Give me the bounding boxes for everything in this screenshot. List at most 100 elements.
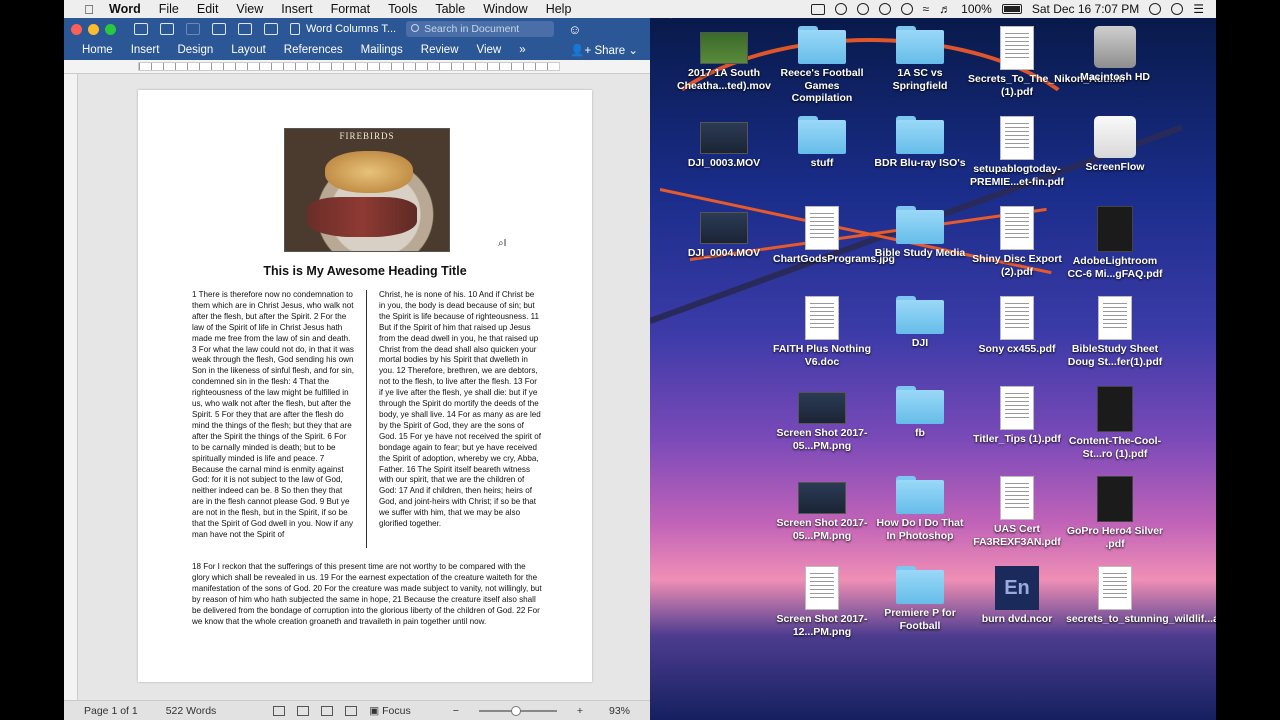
desktop-icon[interactable]: ChartGodsPrograms.jpg [773, 206, 895, 266]
zoom-slider[interactable] [478, 705, 557, 716]
document-canvas[interactable]: FIREBIRDS ⌕I This is My Awesome Heading … [78, 74, 650, 700]
zoom-window-button[interactable] [105, 23, 116, 35]
desktop-icon[interactable]: FAITH Plus Nothing V6.doc [773, 296, 871, 368]
desktop-icon[interactable]: fb [871, 386, 969, 440]
tab-mailings[interactable]: Mailings [352, 44, 412, 56]
inline-photo[interactable]: FIREBIRDS [284, 128, 450, 252]
desktop-icon[interactable]: BDR Blu-ray ISO's [871, 116, 969, 170]
tab-home[interactable]: Home [64, 44, 122, 56]
desktop-icon[interactable]: UAS Cert FA3REXF3AN.pdf [968, 476, 1066, 548]
volume-icon[interactable]: ♬ [939, 2, 951, 16]
desktop-icon[interactable]: ScreenFlow [1066, 116, 1164, 174]
draft-view-icon[interactable] [345, 705, 358, 716]
desktop-icon[interactable]: Titler_Tips (1).pdf [968, 386, 1066, 446]
desktop-icon[interactable]: How Do I Do That In Photoshop [871, 476, 969, 542]
desktop-icon[interactable]: Macintosh HD [1066, 26, 1164, 84]
focus-mode-button[interactable]: ▣ Focus [369, 705, 410, 717]
desktop-icon[interactable]: DJI_0003.MOV [675, 116, 773, 170]
notification-center-icon[interactable]: ☰ [1193, 2, 1204, 16]
desktop-icon[interactable]: DJI_0004.MOV [675, 206, 773, 260]
menu-clock[interactable]: Sat Dec 16 7:07 PM [1032, 2, 1139, 16]
minimize-window-button[interactable] [88, 23, 99, 35]
tab-layout[interactable]: Layout [222, 44, 275, 56]
more-tabs-button[interactable]: » [510, 44, 534, 56]
desktop-icon[interactable]: secrets_to_stunning_wildlif...aphy.pdf [1066, 566, 1216, 626]
document-page[interactable]: FIREBIRDS ⌕I This is My Awesome Heading … [138, 90, 592, 682]
print-icon[interactable] [238, 23, 252, 35]
desktop-icon[interactable]: BibleStudy Sheet Doug St...fer(1).pdf [1066, 296, 1164, 368]
desktop-icon[interactable]: Sony cx455.pdf [968, 296, 1066, 356]
info-icon[interactable] [900, 3, 913, 15]
undo-icon[interactable] [186, 23, 200, 35]
menu-file[interactable]: File [150, 2, 188, 16]
zoom-slider-knob[interactable] [510, 705, 521, 716]
menu-table[interactable]: Table [426, 2, 474, 16]
desktop-icon[interactable]: Bible Study Media [871, 206, 969, 260]
text-column-1[interactable]: 1 There is therefore now no condemnation… [192, 290, 354, 541]
desktop-icon[interactable]: Screen Shot 2017-05...PM.png [773, 476, 871, 542]
menu-view[interactable]: View [227, 2, 272, 16]
redo-icon[interactable] [212, 23, 226, 35]
sync-icon[interactable] [834, 3, 847, 15]
tab-view[interactable]: View [468, 44, 511, 56]
apple-menu-icon[interactable]:  [78, 2, 100, 17]
menu-help[interactable]: Help [537, 2, 581, 16]
desktop-icon[interactable]: En burn dvd.ncor [968, 566, 1066, 626]
desktop-icon[interactable]: Premiere P for Football [871, 566, 969, 632]
desktop-icon[interactable]: DJI [871, 296, 969, 350]
print-layout-view-icon[interactable] [273, 705, 286, 716]
save-icon[interactable] [160, 23, 174, 35]
document-icon [1000, 296, 1034, 340]
share-button[interactable]: 👤+ Share ⌄ [570, 43, 650, 57]
full-width-paragraph[interactable]: 18 For I reckon that the sufferings of t… [192, 562, 542, 627]
vertical-ruler[interactable] [64, 74, 78, 700]
zoom-out-icon[interactable]: − [453, 705, 459, 717]
siri-icon[interactable] [1171, 3, 1184, 15]
word-count[interactable]: 522 Words [166, 705, 217, 717]
horizontal-ruler[interactable] [64, 60, 650, 74]
spotlight-search-icon[interactable] [1149, 3, 1162, 15]
menu-window[interactable]: Window [474, 2, 536, 16]
tab-design[interactable]: Design [168, 44, 222, 56]
desktop-icon[interactable]: Screen Shot 2017-12...PM.png [773, 566, 871, 638]
sidebar-toggle-icon[interactable] [134, 23, 148, 35]
desktop-icon[interactable]: 2017 1A South Cheatha...ted).mov [675, 26, 773, 92]
close-window-button[interactable] [71, 23, 82, 35]
wifi-icon[interactable]: ≈ [923, 2, 930, 16]
desktop-icon[interactable]: Screen Shot 2017-05...PM.png [773, 386, 871, 452]
screen-record-icon[interactable] [810, 3, 825, 15]
customize-toolbar-icon[interactable] [264, 23, 278, 35]
desktop-icon[interactable]: setupablogtoday-PREMIE...et-fin.pdf [968, 116, 1066, 188]
menu-insert[interactable]: Insert [272, 2, 321, 16]
tab-references[interactable]: References [275, 44, 352, 56]
web-layout-view-icon[interactable] [297, 705, 310, 716]
search-input[interactable]: Search in Document [406, 21, 555, 37]
battery-percent: 100% [961, 2, 992, 16]
zoom-in-icon[interactable]: + [577, 705, 583, 717]
flame-icon[interactable] [878, 3, 891, 15]
zoom-level[interactable]: 93% [609, 705, 630, 717]
cloud-icon[interactable] [856, 3, 869, 15]
menu-edit[interactable]: Edit [188, 2, 228, 16]
desktop[interactable]: 2017 1A South Cheatha...ted).mov Reece's … [650, 18, 1216, 720]
text-column-2[interactable]: Christ, he is none of his. 10 And if Chr… [379, 290, 541, 530]
menu-format[interactable]: Format [322, 2, 380, 16]
tab-review[interactable]: Review [412, 44, 468, 56]
letterbox-right [1216, 0, 1280, 720]
tab-insert[interactable]: Insert [122, 44, 169, 56]
desktop-icon[interactable]: Reece's Football Games Compilation [773, 26, 871, 105]
document-heading[interactable]: This is My Awesome Heading Title [138, 264, 592, 278]
desktop-icon[interactable]: Content-The-Cool-St...ro (1).pdf [1066, 386, 1164, 460]
outline-view-icon[interactable] [321, 705, 334, 716]
desktop-icon[interactable]: Shiny Disc Export (2).pdf [968, 206, 1066, 278]
desktop-icon[interactable]: 1A SC vs Springfield [871, 26, 969, 92]
menu-tools[interactable]: Tools [379, 2, 426, 16]
desktop-icon[interactable]: GoPro Hero4 Silver .pdf [1066, 476, 1164, 550]
app-menu[interactable]: Word [100, 2, 150, 16]
desktop-icon[interactable]: stuff [773, 116, 871, 170]
page-count[interactable]: Page 1 of 1 [84, 705, 138, 717]
desktop-icon[interactable]: Secrets_To_The_Nikon_Aut...m (1).pdf [968, 26, 1125, 98]
battery-icon[interactable] [1001, 4, 1022, 14]
feedback-smiley-icon[interactable]: ☺ [568, 22, 581, 37]
desktop-icon[interactable]: AdobeLightroom CC-6 Mi...gFAQ.pdf [1066, 206, 1164, 280]
